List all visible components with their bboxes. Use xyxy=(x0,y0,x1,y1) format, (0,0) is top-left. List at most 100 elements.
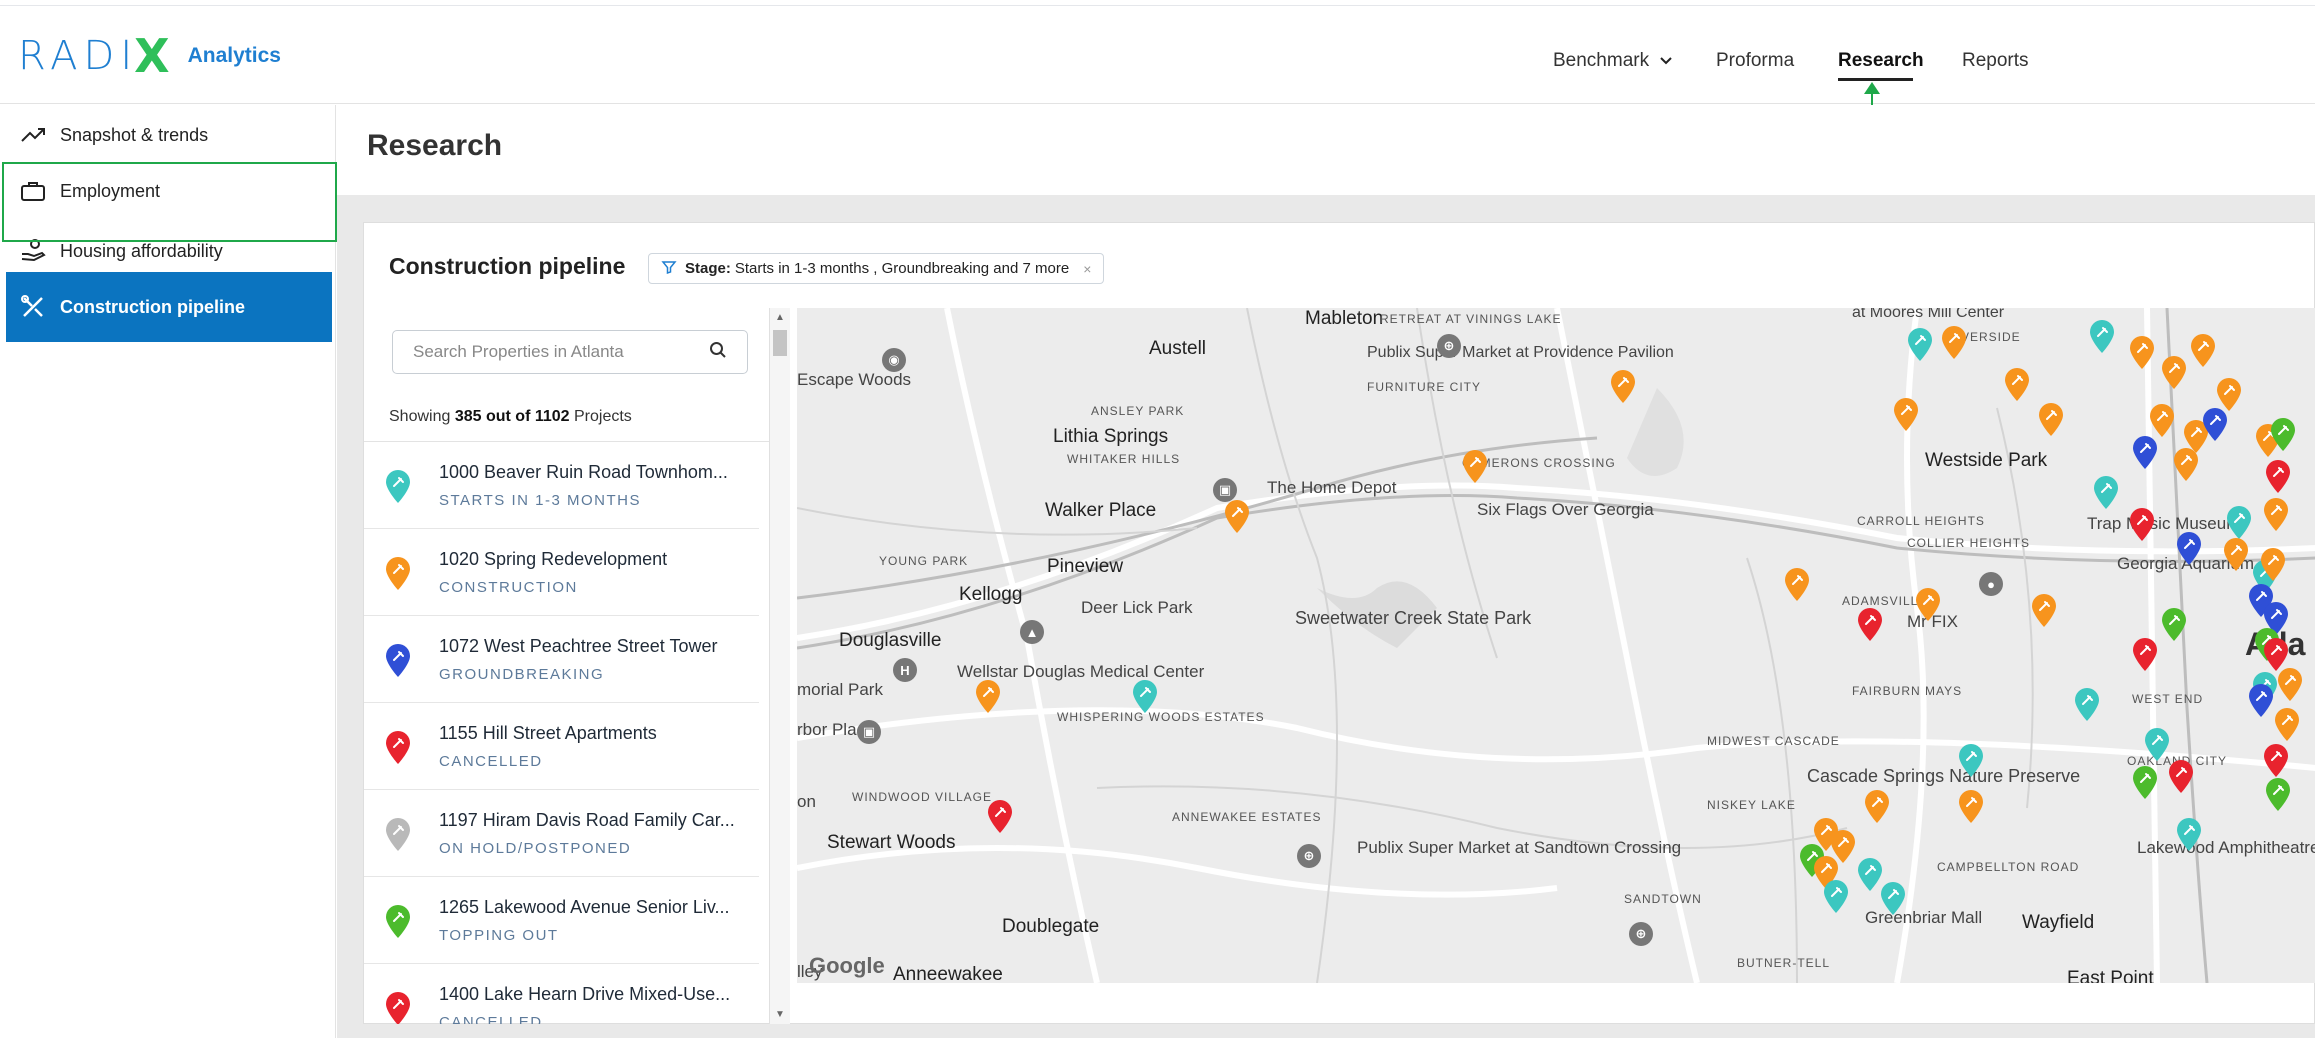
map-marker-icon[interactable] xyxy=(2201,408,2227,441)
map-marker-icon[interactable] xyxy=(2273,708,2300,741)
map-marker-icon[interactable] xyxy=(2225,506,2252,539)
map-label-publix-providence: Publix Super Market at Providence Pavili… xyxy=(1367,344,1674,361)
map-marker-icon[interactable] xyxy=(2172,448,2198,481)
map-marker-icon[interactable] xyxy=(2030,594,2056,627)
map-marker-icon[interactable] xyxy=(1223,500,1250,533)
map-marker-icon[interactable] xyxy=(2247,684,2273,717)
lock-poi-icon[interactable]: ▣ xyxy=(857,720,881,744)
project-list-item[interactable]: 1155 Hill Street Apartments CANCELLED xyxy=(364,703,759,790)
map-marker-icon[interactable] xyxy=(2262,744,2288,777)
project-list-item[interactable]: 1072 West Peachtree Street Tower GROUNDBR… xyxy=(364,616,759,703)
nav-reports[interactable]: Reports xyxy=(1962,44,2029,78)
clear-filter-icon[interactable]: × xyxy=(1083,261,1091,277)
map-marker-icon[interactable] xyxy=(2175,818,2201,851)
project-name: 1400 Lake Hearn Drive Mixed-Use... xyxy=(439,984,731,1004)
map-marker-icon[interactable] xyxy=(2262,638,2288,671)
sidebar-item-construction[interactable]: Construction pipeline xyxy=(6,272,332,342)
shopping-cart-poi-icon[interactable]: ⊕ xyxy=(1437,334,1461,358)
trend-up-icon xyxy=(18,120,48,150)
search-input[interactable]: Search Properties in Atlanta xyxy=(392,330,748,374)
shopping-cart-poi-icon[interactable]: ⊕ xyxy=(1629,922,1653,946)
map-marker-icon[interactable] xyxy=(1863,790,1889,823)
project-list-item[interactable]: 1265 Lakewood Avenue Senior Liv... TOPPIN… xyxy=(364,877,759,964)
map-marker-icon[interactable] xyxy=(2128,336,2155,369)
search-icon[interactable] xyxy=(709,341,727,364)
map-marker-icon[interactable] xyxy=(1914,588,1940,621)
map-marker-icon[interactable] xyxy=(2264,460,2291,493)
scroll-up-icon[interactable]: ▲ xyxy=(775,312,785,323)
map-label-annewakee-estates: ANNEWAKEE ESTATES xyxy=(1172,810,1322,824)
map-marker-icon[interactable] xyxy=(986,800,1012,833)
map-marker-icon[interactable] xyxy=(2189,334,2215,367)
map-label-escape-woods: Escape Woods xyxy=(797,370,912,389)
map-marker-icon[interactable] xyxy=(2160,356,2186,389)
map-marker-icon[interactable] xyxy=(1131,680,1157,713)
map-marker-icon[interactable] xyxy=(2143,728,2169,761)
scroll-thumb[interactable] xyxy=(773,330,787,356)
map-marker-icon[interactable] xyxy=(1906,328,1933,361)
project-list-item[interactable]: 1197 Hiram Davis Road Family Car... ON HO… xyxy=(364,790,759,877)
map-marker-icon[interactable] xyxy=(1822,880,1849,913)
card-title: Construction pipeline xyxy=(389,253,626,279)
project-name: 1197 Hiram Davis Road Family Car... xyxy=(439,810,735,830)
sidebar-item-label: Construction pipeline xyxy=(60,296,246,317)
list-scrollbar[interactable]: ▲ ▼ xyxy=(770,308,790,1024)
project-list-item[interactable]: 1400 Lake Hearn Drive Mixed-Use... CANCEL… xyxy=(364,964,759,1024)
map-marker-icon[interactable] xyxy=(2128,508,2155,541)
map-marker-icon[interactable] xyxy=(1829,830,1856,863)
map-label-midwest: MIDWEST CASCADE xyxy=(1707,734,1840,748)
map-marker-icon[interactable] xyxy=(2148,404,2175,437)
map-marker-icon[interactable] xyxy=(2131,436,2157,469)
map-marker-icon[interactable] xyxy=(1892,398,1918,431)
map-marker-icon[interactable] xyxy=(1609,370,1635,403)
map-marker-icon[interactable] xyxy=(1879,882,1905,915)
map-marker-icon[interactable] xyxy=(2160,608,2186,641)
map-marker-icon[interactable] xyxy=(2073,688,2099,721)
nav-active-underline xyxy=(1838,78,1913,81)
map-marker-icon[interactable] xyxy=(1783,568,1809,601)
map-marker-icon[interactable] xyxy=(1856,858,1882,891)
sidebar-item-snapshot[interactable]: Snapshot & trends xyxy=(0,107,336,163)
mountain-poi-icon[interactable]: ▲ xyxy=(1020,620,1044,644)
project-stage: CANCELLED xyxy=(439,1014,543,1024)
shopping-cart-poi-icon[interactable]: ⊕ xyxy=(1297,844,1321,868)
map-marker-icon[interactable] xyxy=(2276,668,2302,701)
map-marker-icon[interactable] xyxy=(1856,608,1882,641)
hospital-poi-icon[interactable]: H xyxy=(893,658,917,682)
map-marker-icon[interactable] xyxy=(2003,368,2030,401)
map-marker-icon[interactable] xyxy=(2262,498,2288,531)
sidebar-item-label: Housing affordability xyxy=(60,240,223,261)
map-marker-icon[interactable] xyxy=(1940,326,1966,359)
stage-filter-chip[interactable]: Stage: Starts in 1-3 months , Groundbrea… xyxy=(648,253,1105,284)
lamp-poi-icon[interactable]: ● xyxy=(1979,572,2003,596)
lock-poi-icon[interactable]: ▣ xyxy=(1213,478,1237,502)
map-marker-icon[interactable] xyxy=(1957,790,1983,823)
map-marker-icon[interactable] xyxy=(2167,760,2194,793)
map-view[interactable]: Mableton RETREAT AT VININGS LAKE Austell… xyxy=(797,308,2315,983)
map-marker-icon[interactable] xyxy=(2088,320,2114,353)
tools-icon xyxy=(18,292,48,322)
map-marker-icon[interactable] xyxy=(2037,403,2063,436)
map-marker-icon[interactable] xyxy=(2131,638,2157,671)
map-marker-icon[interactable] xyxy=(2175,532,2201,565)
map-marker-icon[interactable] xyxy=(2092,476,2118,509)
map-marker-icon[interactable] xyxy=(2269,418,2295,451)
camera-poi-icon[interactable]: ◉ xyxy=(882,348,906,372)
map-pin-icon xyxy=(384,905,412,939)
radix-logo[interactable]: RADI X Analytics xyxy=(18,33,281,79)
map-marker-icon[interactable] xyxy=(2259,548,2285,581)
nav-benchmark[interactable]: Benchmark xyxy=(1553,44,1673,78)
map-marker-icon[interactable] xyxy=(1957,744,1983,777)
map-marker-icon[interactable] xyxy=(974,680,1000,713)
scroll-down-icon[interactable]: ▼ xyxy=(775,1009,785,1020)
nav-research[interactable]: Research xyxy=(1838,44,1924,78)
map-marker-icon[interactable] xyxy=(1461,450,1488,483)
project-list-item[interactable]: 1020 Spring Redevelopment CONSTRUCTION xyxy=(364,529,759,616)
main-content: Research Construction pipeline Stage: St… xyxy=(337,105,2315,1038)
map-marker-icon[interactable] xyxy=(2215,378,2242,411)
project-list-item[interactable]: 1000 Beaver Ruin Road Townhom... STARTS I… xyxy=(364,442,759,529)
map-marker-icon[interactable] xyxy=(2222,538,2249,571)
map-marker-icon[interactable] xyxy=(2264,778,2291,811)
map-marker-icon[interactable] xyxy=(2131,766,2157,799)
nav-proforma[interactable]: Proforma xyxy=(1716,44,1794,78)
